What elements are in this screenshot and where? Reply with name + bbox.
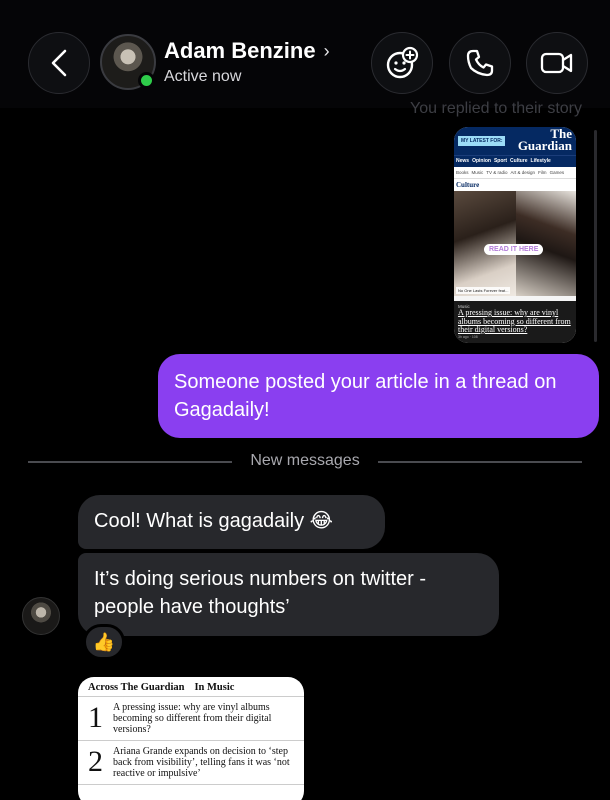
logo-line-2: Guardian [517, 138, 572, 153]
article-headline-block: Music A pressing issue: why are vinyl al… [454, 301, 576, 343]
story-reply-note: You replied to their story [410, 100, 582, 117]
read-it-here-sticker: READ IT HERE [484, 244, 544, 255]
back-button[interactable] [28, 32, 90, 94]
nav-item: Lifestyle [530, 158, 551, 164]
list-item: 2 Ariana Grande expands on decision to ‘… [78, 741, 304, 785]
guardian-masthead: MY LATEST FOR: The Guardian [454, 127, 576, 155]
subnav-item: Games [549, 170, 565, 175]
latest-badge: MY LATEST FOR: [458, 136, 506, 146]
subnav-item: Music [471, 170, 484, 175]
phone-icon [466, 49, 494, 77]
subnav-item: Art & design [510, 170, 536, 175]
article-headline: A pressing issue: why are vinyl albums b… [458, 308, 571, 334]
tab-in-music: In Music [194, 682, 235, 693]
list-item-number: 1 [88, 701, 103, 734]
scrollbar[interactable] [594, 130, 597, 342]
sender-avatar[interactable] [22, 597, 60, 635]
outgoing-message[interactable]: Someone posted your article in a thread … [158, 354, 599, 438]
contact-avatar[interactable] [100, 34, 156, 90]
guardian-subnav: Books Music TV & radio Art & design Film… [454, 167, 576, 179]
divider-line-right [378, 461, 582, 463]
contact-name: Adam Benzine [164, 38, 316, 63]
nav-item: Opinion [472, 158, 491, 164]
divider-line-left [28, 461, 232, 463]
incoming-message[interactable]: It’s doing serious numbers on twitter - … [78, 553, 499, 636]
article-meta: 3h ago · 108 [458, 334, 478, 339]
active-status: Active now [164, 68, 242, 85]
video-camera-icon [540, 52, 573, 74]
nav-item: Culture [510, 158, 528, 164]
subnav-item: Film [538, 170, 547, 175]
call-button[interactable] [449, 32, 511, 94]
list-item: 1 A pressing issue: why are vinyl albums… [78, 697, 304, 741]
tab-across-guardian: Across The Guardian [88, 682, 185, 693]
chat-header: Adam Benzine › Active now [0, 0, 610, 108]
list-item-number: 2 [88, 745, 103, 778]
sticker-button[interactable] [371, 32, 433, 94]
article-photos: READ IT HERE No One Lasts Forever feat..… [454, 191, 576, 296]
list-item-text: Ariana Grande expands on decision to ‘st… [113, 746, 290, 779]
list-item-text: A pressing issue: why are vinyl albums b… [113, 702, 272, 735]
guardian-logo: The Guardian [517, 127, 572, 153]
nav-item: Sport [493, 158, 508, 164]
new-messages-divider: New messages [250, 452, 360, 469]
subnav-item: Books [456, 170, 469, 175]
shared-article-list-card[interactable]: Across The Guardian In Music 1 A pressin… [78, 677, 304, 800]
sticker-add-icon [386, 46, 419, 79]
online-indicator [138, 72, 155, 89]
section-title: Culture [454, 179, 576, 191]
photo-caption: No One Lasts Forever feat... [456, 287, 511, 294]
contact-name-row[interactable]: Adam Benzine › [164, 38, 330, 64]
list-tabs: Across The Guardian In Music [78, 677, 304, 697]
subnav-item: TV & radio [486, 170, 508, 175]
video-call-button[interactable] [526, 32, 588, 94]
incoming-message[interactable]: Cool! What is gagadaily 😂 [78, 495, 385, 549]
chevron-right-icon: › [323, 40, 330, 61]
story-reply-card[interactable]: MY LATEST FOR: The Guardian News Opinion… [454, 127, 576, 343]
nav-item: News [456, 158, 470, 164]
guardian-nav: News Opinion Sport Culture Lifestyle [454, 155, 576, 167]
thumbs-up-reaction[interactable]: 👍 [83, 624, 125, 660]
chevron-left-icon [51, 49, 67, 77]
